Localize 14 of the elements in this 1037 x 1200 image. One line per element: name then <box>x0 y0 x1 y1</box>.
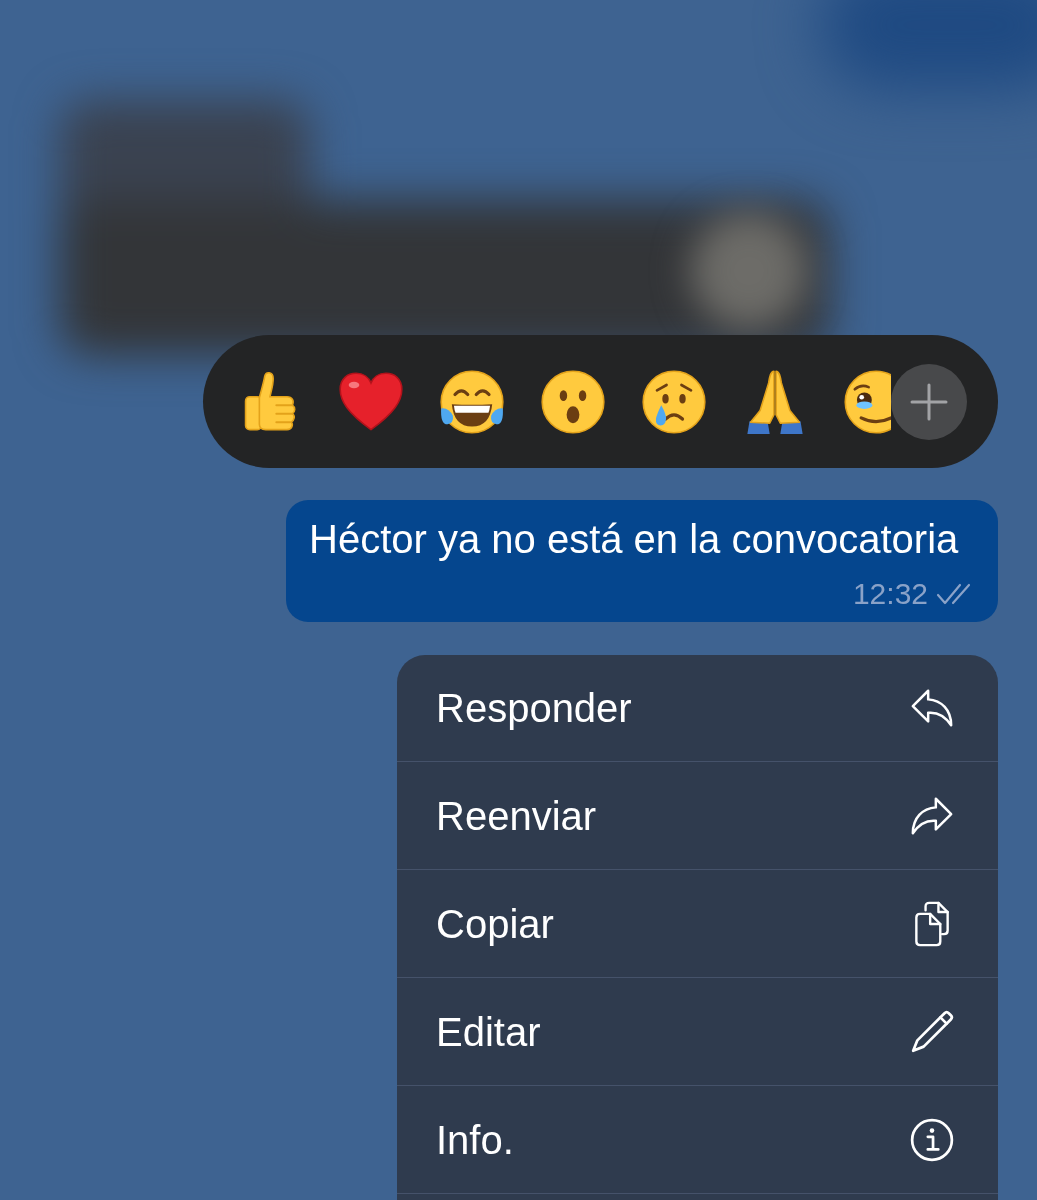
info-icon <box>909 1116 955 1163</box>
surprised-face-icon[interactable] <box>539 367 607 436</box>
menu-item[interactable]: Info. <box>397 1085 998 1193</box>
menu-item[interactable]: Editar <box>397 977 998 1085</box>
menu-item[interactable]: Reenviar <box>397 761 998 869</box>
laughing-tears-face-icon[interactable] <box>438 367 506 436</box>
message-text: Héctor ya no está en la convocatoria <box>309 516 960 563</box>
pencil-icon <box>909 1008 955 1055</box>
plus-icon <box>910 382 948 421</box>
menu-item[interactable]: Copiar <box>397 869 998 977</box>
crying-face-icon[interactable] <box>640 367 708 436</box>
message-time: 12:32 <box>852 577 928 611</box>
teary-face-icon[interactable] <box>842 367 891 436</box>
menu-item[interactable]: Responder <box>397 655 998 761</box>
